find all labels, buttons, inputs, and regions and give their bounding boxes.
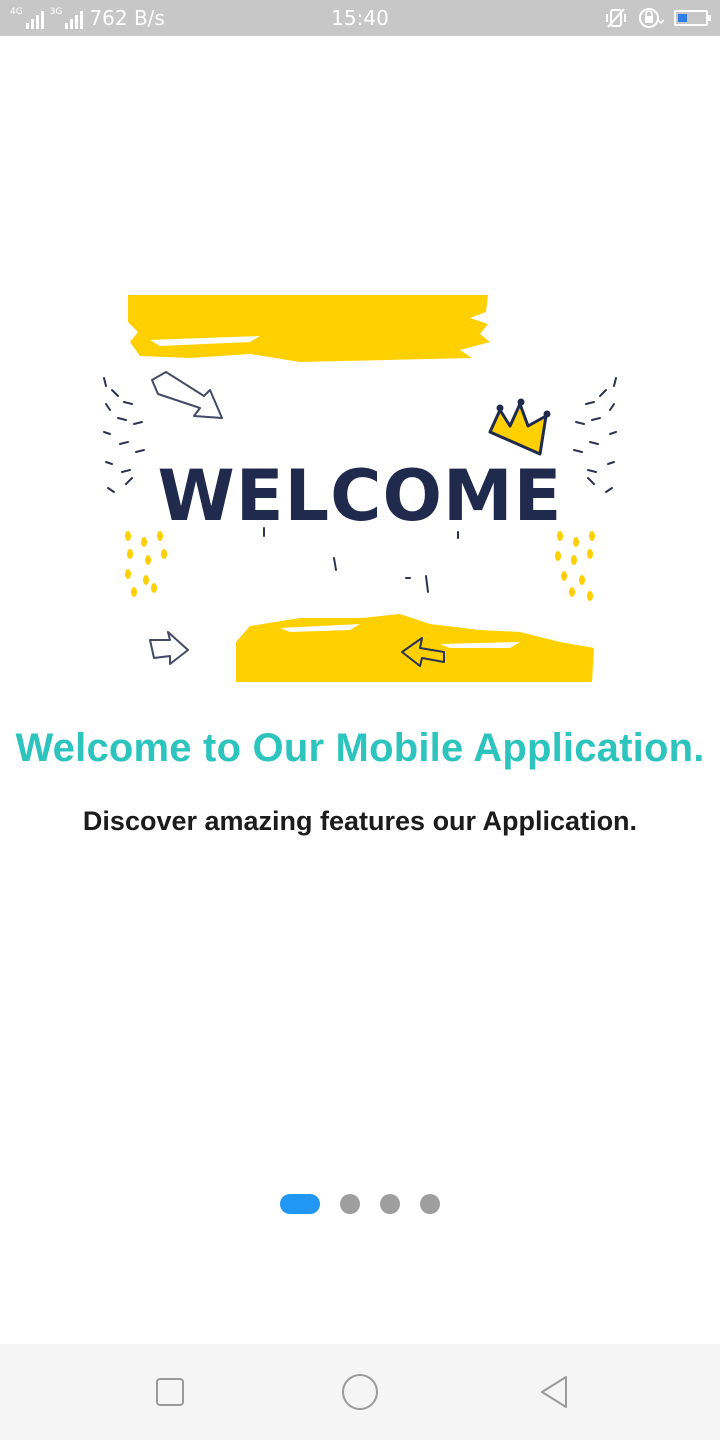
vibrate-icon [606, 8, 626, 28]
dots-doodle-left [125, 531, 167, 597]
back-icon [541, 1376, 567, 1408]
home-button[interactable] [336, 1368, 384, 1416]
recent-apps-button[interactable] [146, 1368, 194, 1416]
back-button[interactable] [530, 1368, 578, 1416]
page-dot[interactable] [420, 1194, 440, 1214]
onboarding-title: Welcome to Our Mobile Application. [15, 726, 705, 770]
battery-icon [674, 10, 711, 26]
page-dot-active[interactable] [280, 1194, 320, 1214]
status-bar: 4G 3G 762 B/s 15:40 [0, 0, 720, 36]
welcome-text: WELCOME [158, 455, 563, 537]
status-right [604, 0, 711, 36]
home-icon [342, 1374, 378, 1410]
burst-doodle-left [103, 377, 145, 493]
burst-doodle-right [573, 377, 617, 493]
onboarding-subtitle: Discover amazing features our Applicatio… [82, 806, 638, 836]
yellow-brush-top [128, 295, 490, 362]
dots-doodle-right [555, 531, 595, 601]
welcome-illustration: WELCOME [103, 295, 617, 682]
clock: 15:40 [331, 6, 389, 30]
battery-fill [678, 14, 687, 22]
onboarding-screen: 4G 3G 762 B/s 15:40 WELCOME Welcome to O… [0, 0, 720, 1440]
page-dot[interactable] [380, 1194, 400, 1214]
arrow-doodle-bottom-left [149, 631, 189, 665]
navigation-bar [0, 1344, 720, 1440]
rotation-lock-icon [639, 8, 664, 28]
recent-apps-icon [156, 1378, 184, 1406]
page-dot[interactable] [340, 1194, 360, 1214]
arrow-doodle-top-left [151, 371, 223, 419]
page-indicator [280, 1194, 440, 1214]
crown-doodle [488, 402, 548, 456]
